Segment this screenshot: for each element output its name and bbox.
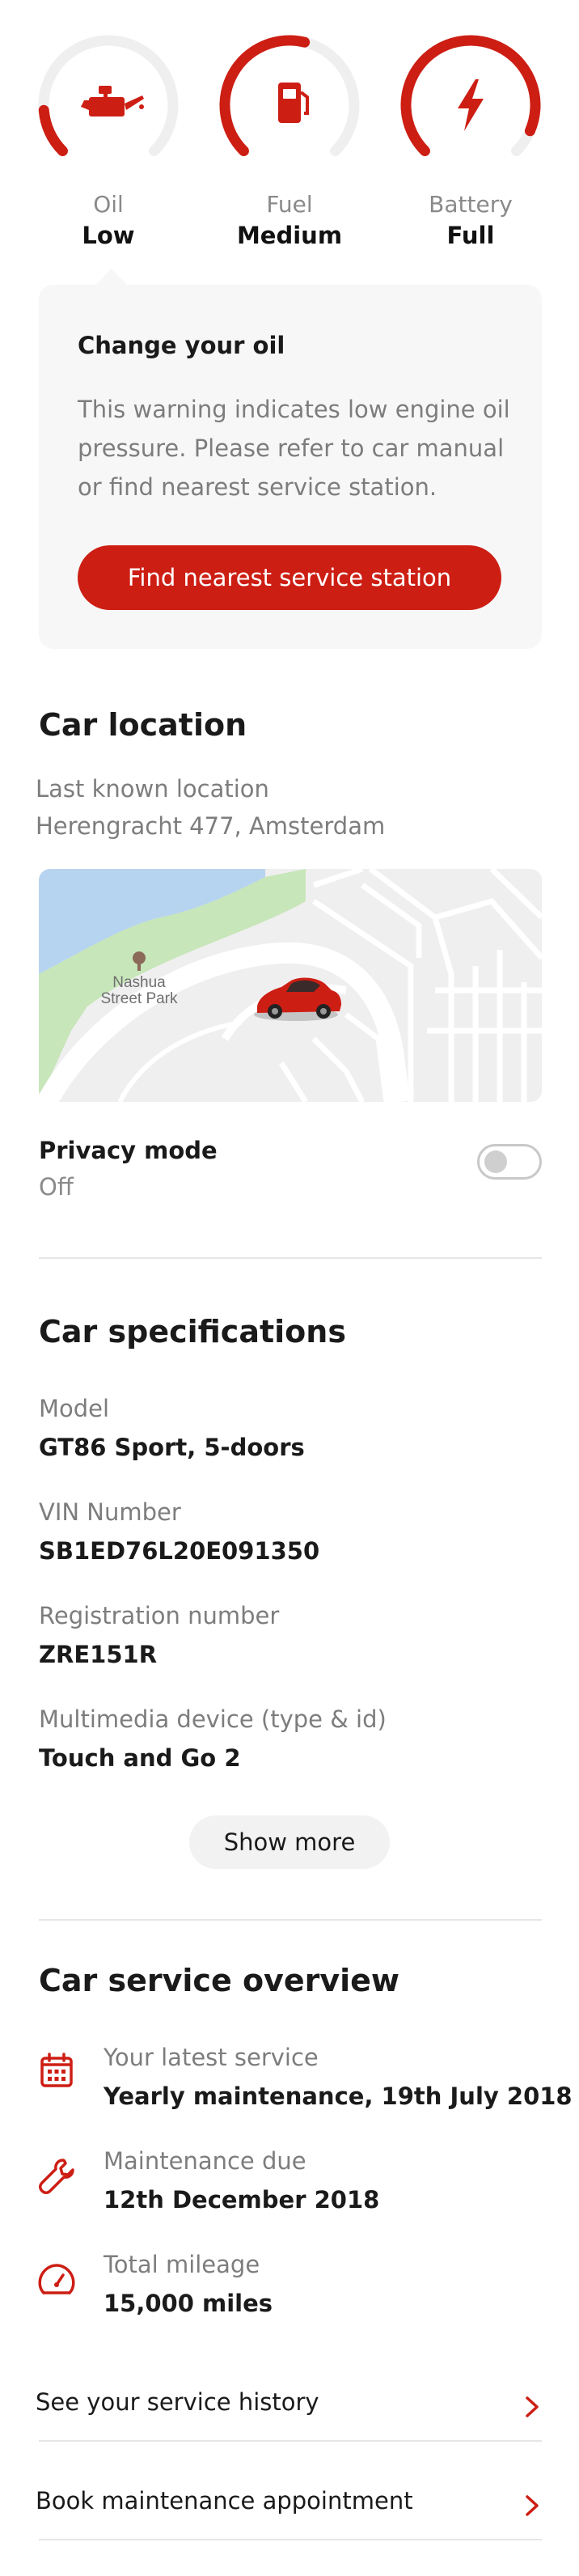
gauge-oil[interactable]: Oil Low	[27, 32, 189, 259]
book-maintenance-link[interactable]: Book maintenance appointment	[36, 2472, 542, 2537]
gauge-label: Oil	[93, 191, 124, 218]
gauge-value: Medium	[236, 222, 343, 249]
spec-multimedia-label: Multimedia device (type & id)	[39, 1705, 387, 1733]
oil-can-icon	[81, 86, 144, 117]
map-park-label-2: Street Park	[100, 990, 178, 1007]
calendar-icon	[40, 2053, 73, 2087]
total-mileage-value: 15,000 miles	[104, 2290, 273, 2317]
book-maintenance-label: Book maintenance appointment	[36, 2487, 413, 2515]
battery-gauge-dial	[400, 35, 541, 157]
fuel-pump-icon	[278, 83, 309, 123]
spec-model-value: GT86 Sport, 5-doors	[39, 1434, 305, 1461]
gauge-label: Battery	[429, 191, 513, 218]
location-subtitle: Last known location	[36, 775, 269, 803]
oil-gauge-dial	[38, 35, 179, 157]
lightning-icon	[458, 79, 484, 131]
oil-warning-card: Change your oil This warning indicates l…	[39, 285, 542, 649]
privacy-mode-toggle[interactable]	[477, 1144, 542, 1180]
spec-vin-value: SB1ED76L20E091350	[39, 1537, 320, 1565]
gauge-battery[interactable]: Battery Full	[390, 32, 552, 259]
map-graphic: Nashua Street Park	[39, 869, 542, 1102]
warning-pointer	[95, 269, 128, 286]
car-location-map[interactable]: Nashua Street Park	[39, 869, 542, 1102]
wrench-icon	[39, 2159, 74, 2194]
chevron-right-icon	[526, 2495, 539, 2516]
warning-title: Change your oil	[78, 332, 285, 359]
spec-vin-label: VIN Number	[39, 1498, 181, 1526]
gauge-fuel[interactable]: Fuel Medium	[209, 32, 370, 259]
privacy-mode-status: Off	[39, 1173, 74, 1201]
spec-registration-label: Registration number	[39, 1602, 280, 1629]
car-location-title: Car location	[39, 707, 247, 743]
chevron-right-icon	[526, 2396, 539, 2417]
service-history-link[interactable]: See your service history	[36, 2374, 542, 2438]
total-mileage-label: Total mileage	[104, 2251, 260, 2278]
privacy-mode-title: Privacy mode	[39, 1137, 218, 1164]
spec-registration-value: ZRE151R	[39, 1641, 158, 1668]
fuel-gauge-dial	[219, 35, 360, 157]
gauge-value: Full	[446, 222, 495, 249]
warning-body: This warning indicates low engine oil pr…	[78, 396, 510, 501]
status-gauges: Oil Low Fuel Medium Battery Full	[0, 32, 579, 259]
gauge-value: Low	[82, 222, 135, 249]
gauge-label: Fuel	[266, 191, 313, 218]
service-history-label: See your service history	[36, 2388, 319, 2416]
spec-model-label: Model	[39, 1395, 110, 1422]
find-service-station-button[interactable]: Find nearest service station	[78, 545, 501, 610]
divider	[39, 2440, 542, 2442]
car-specifications-title: Car specifications	[39, 1314, 346, 1349]
map-park-label-1: Nashua	[112, 974, 166, 991]
divider	[39, 2539, 542, 2540]
location-address: Herengracht 477, Amsterdam	[36, 812, 386, 840]
show-more-button[interactable]: Show more	[189, 1815, 390, 1869]
car-service-overview-title: Car service overview	[39, 1963, 400, 1998]
divider	[39, 1257, 542, 1259]
maintenance-due-label: Maintenance due	[104, 2147, 306, 2175]
latest-service-label: Your latest service	[104, 2044, 319, 2071]
divider	[39, 1919, 542, 1921]
latest-service-value: Yearly maintenance, 19th July 2018	[104, 2082, 573, 2110]
maintenance-due-value: 12th December 2018	[104, 2186, 380, 2214]
toggle-knob	[484, 1150, 507, 1173]
spec-multimedia-value: Touch and Go 2	[39, 1744, 241, 1772]
speedometer-icon	[38, 2264, 75, 2294]
